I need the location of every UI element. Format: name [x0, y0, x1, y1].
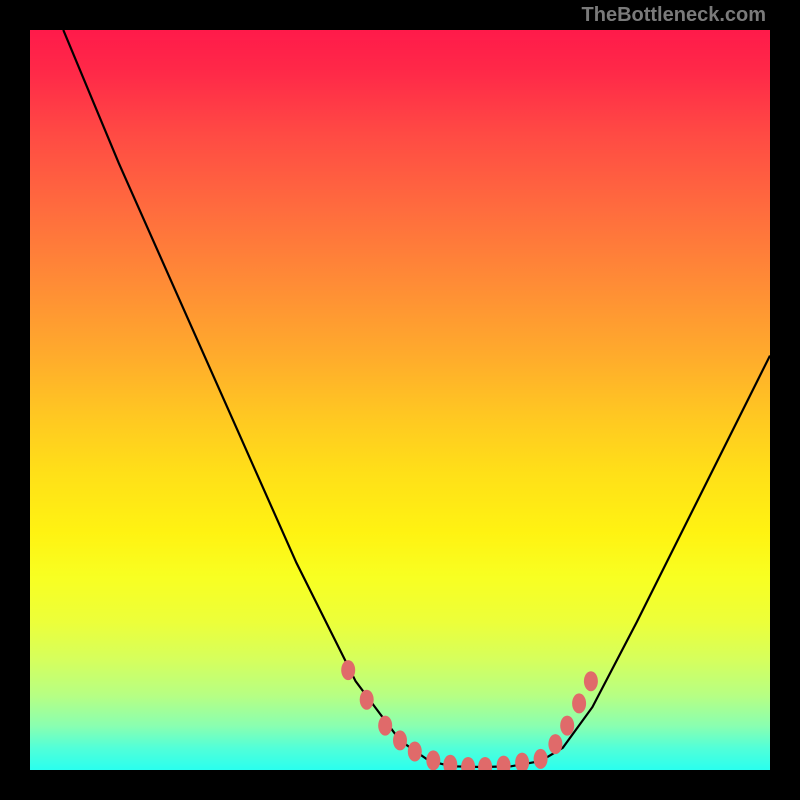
- highlight-dot: [560, 716, 574, 736]
- highlight-dot: [341, 660, 355, 680]
- highlight-dot: [572, 693, 586, 713]
- watermark-label: TheBottleneck.com: [582, 4, 766, 27]
- highlight-dot: [426, 750, 440, 770]
- bottleneck-curve: [63, 30, 770, 767]
- highlight-dot: [548, 734, 562, 754]
- chart-svg: [30, 30, 770, 770]
- highlight-dot: [478, 757, 492, 770]
- highlight-dot: [393, 730, 407, 750]
- plot-area: [30, 30, 770, 770]
- highlight-dot: [443, 755, 457, 770]
- highlight-dot: [378, 716, 392, 736]
- highlight-dot: [515, 753, 529, 770]
- highlight-dot: [584, 671, 598, 691]
- highlight-dot: [497, 756, 511, 770]
- highlight-dot: [461, 757, 475, 770]
- highlight-dot: [360, 690, 374, 710]
- highlight-dot: [408, 742, 422, 762]
- outer-frame: TheBottleneck.com: [0, 0, 800, 800]
- highlight-dot: [534, 749, 548, 769]
